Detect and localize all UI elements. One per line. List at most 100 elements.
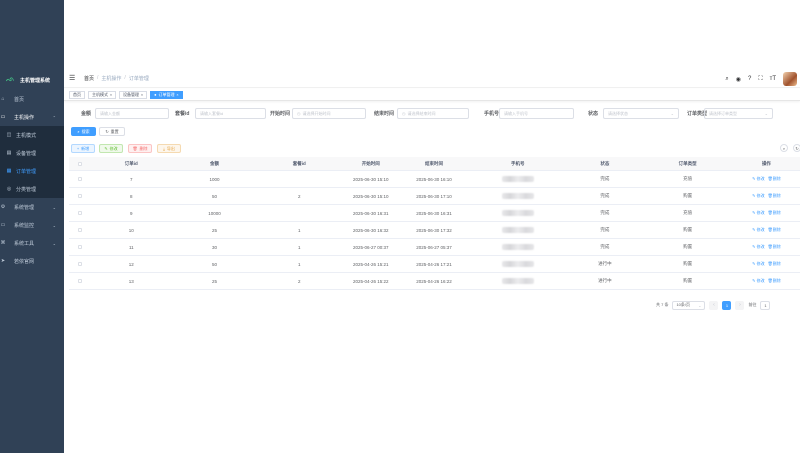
sidebar-item-home[interactable]: ⌂ 首页 [0, 90, 64, 108]
row-delete-link[interactable]: 🗑删除 [768, 210, 781, 216]
close-icon[interactable]: × [141, 93, 143, 97]
tag-host-mode[interactable]: 主机模式 × [88, 90, 117, 99]
toggle-search-button[interactable]: ⌕ [780, 144, 788, 152]
sidebar-item-label: 分类管理 [16, 186, 37, 193]
hamburger-icon[interactable]: ☰ [69, 75, 77, 82]
row-edit-link[interactable]: ✎ 修改 [752, 210, 764, 216]
header-checkbox-cell[interactable] [69, 161, 90, 166]
plan-id-label: 套餐id [175, 111, 190, 117]
sidebar-item-device[interactable]: ▤ 设备管理 [0, 144, 64, 162]
order-id-cell: 13 [128, 278, 134, 284]
sidebar-logo[interactable]: ᨒ 主机管理系统 [0, 70, 64, 90]
tag-order[interactable]: ● 订单管理 × [150, 90, 183, 99]
sidebar-item-label: 主机模式 [16, 132, 37, 139]
row-delete-link[interactable]: 🗑删除 [768, 278, 781, 284]
search-icon[interactable]: ⌕ [725, 76, 728, 83]
tag-home[interactable]: 首页 [69, 90, 85, 99]
column-header: 操作 [761, 160, 771, 166]
avatar[interactable] [783, 72, 797, 86]
fullscreen-icon[interactable]: ⛶ [758, 76, 762, 83]
status-select[interactable]: 请选择状态 ⌄ [603, 108, 679, 119]
row-checkbox[interactable] [77, 211, 82, 215]
row-checkbox-cell[interactable] [69, 211, 90, 215]
row-edit-link[interactable]: ✎ 修改 [752, 227, 764, 233]
row-checkbox[interactable] [77, 279, 82, 283]
search-button[interactable]: ⌕ 搜索 [71, 127, 96, 136]
column-header: 开始时间 [361, 160, 380, 166]
row-edit-link[interactable]: ✎ 修改 [752, 261, 764, 267]
page-number[interactable]: 1 [722, 300, 732, 310]
page-size-select[interactable]: 10条/页 ⌄ [672, 300, 706, 310]
phone-input[interactable]: 请输入手机号 [499, 108, 574, 119]
row-edit-link[interactable]: ✎ 修改 [752, 193, 764, 199]
trash-icon: 🗑 [132, 146, 138, 151]
row-checkbox[interactable] [77, 245, 82, 249]
row-checkbox[interactable] [77, 262, 82, 266]
row-edit-link[interactable]: ✎ 修改 [752, 278, 764, 284]
end-time-picker[interactable]: ◷ 请选择结束时间 [397, 108, 469, 119]
row-checkbox-cell[interactable] [69, 194, 90, 198]
breadcrumb-separator: / [124, 75, 126, 81]
reset-button[interactable]: ↻ 重置 [99, 127, 125, 136]
phone-cell [468, 243, 567, 251]
row-checkbox-cell[interactable] [69, 245, 90, 249]
row-checkbox-cell[interactable] [69, 177, 90, 181]
sidebar-item-website[interactable]: ➤ 若依官网 [0, 252, 64, 270]
breadcrumb-item[interactable]: 主机操作 [101, 75, 121, 82]
actions-cell: ✎ 修改 🗑删除 [733, 176, 800, 182]
help-icon[interactable]: ? [748, 76, 751, 82]
delete-button[interactable]: 🗑 删除 [128, 144, 152, 153]
close-icon[interactable]: × [110, 93, 112, 97]
send-icon: ➤ [0, 258, 6, 264]
breadcrumb-item: 订单管理 [128, 76, 149, 82]
select-all-checkbox[interactable] [77, 161, 82, 166]
sidebar-item-host-ops[interactable]: ▭ 主机操作 ⌃ [0, 108, 64, 126]
column-header: 状态 [600, 160, 610, 166]
tag-device[interactable]: 设备管理 × [119, 90, 148, 99]
github-icon[interactable]: ◉ [736, 76, 741, 83]
end-time-label: 结束时间 [374, 111, 395, 117]
sidebar-item-monitor[interactable]: ▭ 系统监控 ⌄ [0, 216, 64, 234]
row-checkbox-cell[interactable] [69, 262, 90, 266]
refresh-button[interactable]: ↻ [793, 144, 800, 152]
row-edit-link[interactable]: ✎ 修改 [752, 244, 764, 250]
link-label: 修改 [756, 210, 765, 215]
add-button[interactable]: + 新增 [71, 144, 95, 153]
row-edit-link[interactable]: ✎ 修改 [752, 176, 764, 182]
goto-page-input[interactable]: 1 [760, 300, 771, 310]
row-delete-link[interactable]: 🗑删除 [768, 261, 781, 267]
prev-page-button[interactable]: ‹ [709, 300, 719, 310]
breadcrumb-item[interactable]: 首页 [84, 75, 94, 82]
row-checkbox[interactable] [77, 194, 82, 198]
edit-button[interactable]: ✎ 修改 [99, 144, 123, 153]
sidebar-item-order[interactable]: ▦ 订单管理 [0, 162, 64, 180]
sidebar-item-category[interactable]: ◎ 分类管理 [0, 180, 64, 198]
row-checkbox[interactable] [77, 177, 82, 181]
amount-input[interactable]: 请输入金额 [95, 108, 169, 119]
sidebar-item-tools[interactable]: ⌘ 系统工具 ⌄ [0, 234, 64, 252]
row-delete-link[interactable]: 🗑删除 [768, 227, 781, 233]
link-label: 删除 [772, 193, 781, 198]
sidebar-item-host-mode[interactable]: ◫ 主机模式 [0, 126, 64, 144]
row-checkbox-cell[interactable] [69, 228, 90, 232]
sidebar-title: 主机管理系统 [20, 77, 51, 84]
row-delete-link[interactable]: 🗑删除 [768, 193, 781, 199]
order-type-select[interactable]: 请选择订单类型 ⌄ [704, 108, 773, 119]
plan-id-input[interactable]: 请输入套餐id [195, 108, 266, 119]
close-icon[interactable]: × [177, 93, 179, 97]
next-page-button[interactable]: › [735, 300, 745, 310]
device-icon: ▤ [6, 150, 12, 156]
row-checkbox-cell[interactable] [69, 279, 90, 283]
start-time-cell: 2025-04-26 15:21 [353, 261, 389, 267]
row-checkbox[interactable] [77, 228, 82, 232]
row-delete-link[interactable]: 🗑删除 [768, 176, 781, 182]
font-size-icon[interactable]: ᴛT [770, 76, 776, 82]
sidebar-item-system[interactable]: ⚙ 系统管理 ⌄ [0, 198, 64, 216]
total-count: 共 7 条 [656, 302, 669, 307]
row-delete-link[interactable]: 🗑删除 [768, 244, 781, 250]
export-button[interactable]: ⤓ 导出 [157, 144, 181, 153]
start-time-picker[interactable]: ◷ 请选择开始时间 [292, 108, 366, 119]
link-label: 删除 [772, 210, 781, 215]
tool-icon: ⌘ [0, 240, 6, 246]
table-row: 11 30 1 2025-06-27 00:37 2025-06-27 05:3… [69, 239, 800, 256]
